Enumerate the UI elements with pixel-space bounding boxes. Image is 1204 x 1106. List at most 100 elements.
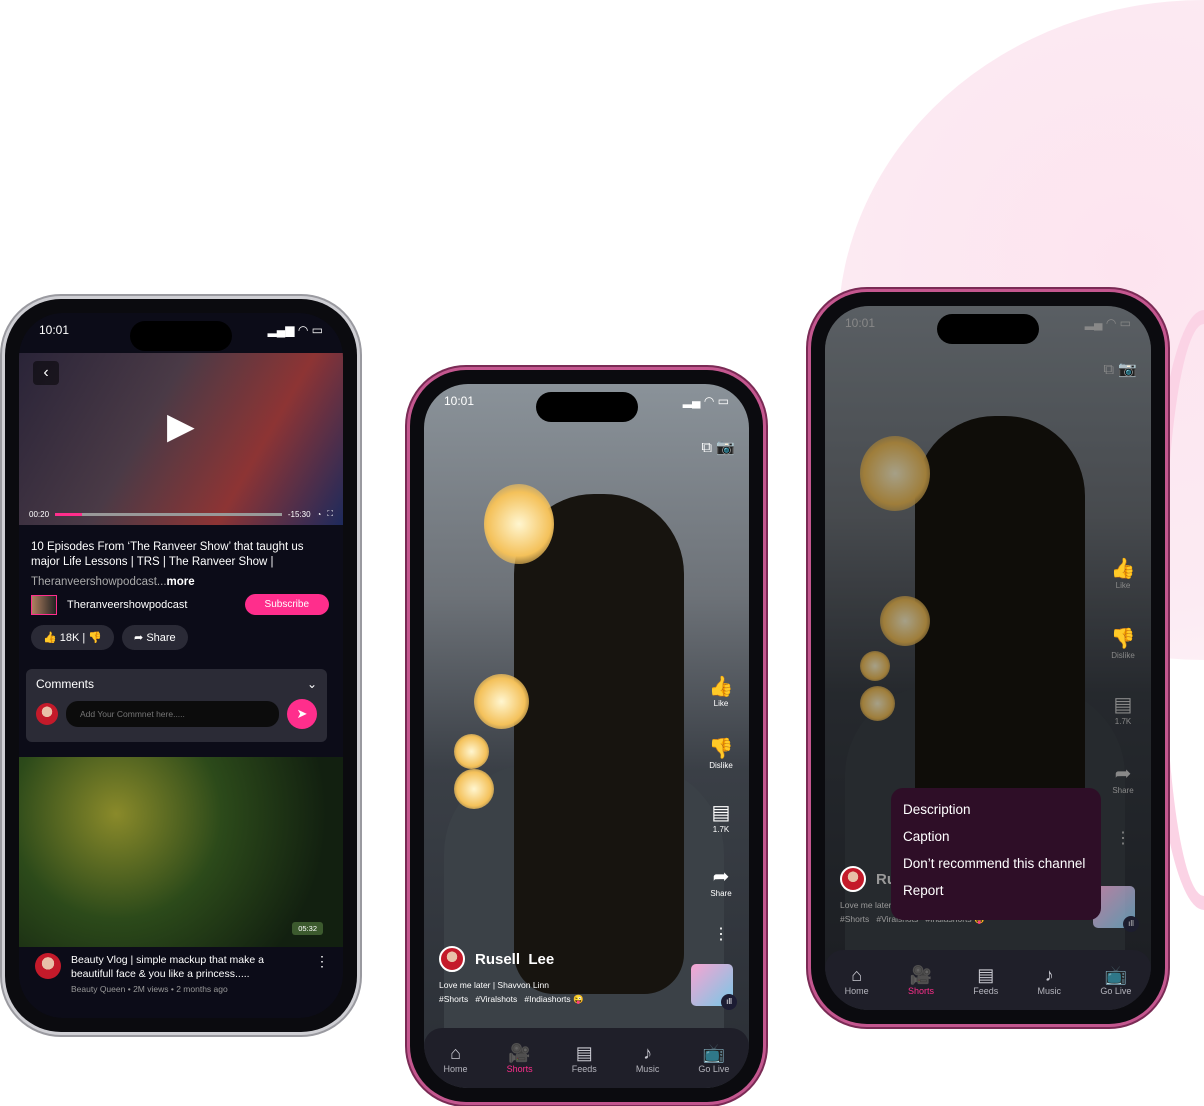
elapsed-time: 00:20 — [29, 509, 50, 519]
dislike-label: Dislike — [709, 761, 733, 770]
share-label: Share — [710, 889, 732, 898]
document-icon: ▤ — [977, 964, 995, 985]
nav-item-feeds[interactable]: ▤ Feeds — [973, 965, 998, 996]
back-button[interactable]: ‹ — [33, 361, 59, 385]
album-art[interactable]: ıll — [691, 964, 737, 1010]
dislike-button[interactable]: 👎 Dislike — [1107, 626, 1139, 660]
nav-item-go-live[interactable]: 📺 Go Live — [1100, 965, 1131, 996]
more-options-icon[interactable]: ⋮ — [315, 953, 329, 994]
more-options-icon[interactable]: ⋮ — [1107, 828, 1139, 848]
share-label: Share — [146, 632, 176, 644]
signal-wifi-battery-icon: ▂▄▆ ◠ ▭ — [267, 323, 323, 337]
speed-icon[interactable]: ◔ — [317, 510, 322, 519]
nav-label: Go Live — [1100, 985, 1132, 996]
menu-item-caption[interactable]: Caption — [903, 823, 1089, 850]
like-button[interactable]: 👍 Like — [705, 674, 737, 708]
more-options-icon[interactable]: ⋮ — [705, 924, 737, 944]
nav-label: Go Live — [698, 1063, 730, 1074]
chevron-down-icon[interactable]: ⌄ — [307, 677, 317, 691]
thumbs-down-icon: 👎 — [1110, 628, 1136, 650]
nav-item-music[interactable]: ♪ Music — [1038, 965, 1062, 996]
dynamic-island — [937, 314, 1039, 344]
nav-label: Feeds — [973, 985, 999, 996]
signal-wifi-battery-icon: ▂▄ ◠ ▭ — [1084, 316, 1131, 330]
comments-panel: Comments ⌄ ➤ — [26, 669, 327, 742]
thumbs-up-icon: 👍 — [708, 676, 734, 698]
comment-count: 1.7K — [1114, 717, 1132, 726]
video-channel: Beauty Queen — [71, 984, 126, 994]
like-dislike-button[interactable]: 👍 18K | 👎 — [31, 625, 115, 650]
nav-label: Home — [844, 985, 869, 996]
nav-item-feeds[interactable]: ▤ Feeds — [572, 1043, 597, 1074]
menu-item-dont-recommend[interactable]: Don’t recommend this channel — [903, 850, 1089, 877]
music-note-icon: ♪ — [643, 1042, 653, 1063]
like-label: Like — [1115, 581, 1131, 590]
thumbs-up-icon: 👍 — [1110, 558, 1136, 580]
nav-label: Music — [1037, 985, 1062, 996]
video-views: 2M views — [133, 984, 169, 994]
nav-item-go-live[interactable]: 📺 Go Live — [698, 1043, 729, 1074]
subscribe-button[interactable]: Subscribe — [244, 594, 329, 615]
creator-avatar[interactable] — [840, 866, 866, 892]
duration-badge: 05:32 — [292, 922, 323, 935]
phone-video: 10:01 ▂▄▆ ◠ ▭ ‹ ▶ 00:20 -15:30 ◔ ⛶ 10 Epis… — [5, 299, 357, 1032]
video-age: 2 months ago — [176, 984, 228, 994]
menu-item-report[interactable]: Report — [903, 877, 1089, 904]
music-note-icon: ♪ — [1044, 964, 1054, 985]
comments-button[interactable]: ▤ 1.7K — [1107, 692, 1139, 726]
video-player[interactable]: ‹ ▶ 00:20 -15:30 ◔ ⛶ — [19, 353, 343, 525]
like-button[interactable]: 👍 Like — [1107, 556, 1139, 590]
send-button[interactable]: ➤ — [287, 699, 317, 729]
dislike-icon[interactable]: 👎 — [88, 632, 102, 644]
nav-item-shorts[interactable]: 🎥 Shorts — [507, 1043, 533, 1074]
nav-label: Feeds — [571, 1063, 597, 1074]
channel-name[interactable]: Theranveershowpodcast — [67, 599, 245, 611]
creator-avatar[interactable] — [35, 953, 61, 979]
share-button[interactable]: ➦ Share — [122, 625, 188, 650]
channel-avatar[interactable] — [31, 594, 57, 615]
status-time: 10:01 — [39, 323, 70, 337]
camera-icon[interactable]: 📷 — [716, 439, 735, 456]
nav-item-home[interactable]: ⌂ Home — [845, 965, 869, 996]
comment-icon: ▤ — [1113, 694, 1133, 716]
equalizer-icon: ıll — [721, 994, 737, 1010]
camera-icon[interactable]: 📷 — [1118, 361, 1137, 378]
comments-label: Comments — [36, 677, 95, 691]
comments-button[interactable]: ▤ 1.7K — [705, 800, 737, 834]
phone-shorts: 10:01 ▂▄ ◠ ▭ ⧉ 📷 👍 Like 👎 Dislike ▤ 1.7K ➦ Sh… — [410, 370, 763, 1102]
dislike-button[interactable]: 👎 Dislike — [705, 736, 737, 770]
seek-bar[interactable] — [55, 512, 282, 516]
play-icon[interactable]: ▶ — [167, 405, 195, 447]
gallery-icon[interactable]: ⧉ — [1103, 361, 1114, 378]
nav-item-home[interactable]: ⌂ Home — [444, 1043, 468, 1074]
next-video-title[interactable]: Beauty Vlog | simple mackup that make a … — [71, 953, 305, 981]
menu-item-description[interactable]: Description — [903, 796, 1089, 823]
dislike-label: Dislike — [1111, 651, 1135, 660]
like-label: Like — [713, 699, 729, 708]
nav-label: Music — [635, 1063, 660, 1074]
status-time: 10:01 — [444, 394, 475, 408]
share-button[interactable]: ➦ Share — [1107, 761, 1139, 795]
home-icon: ⌂ — [851, 964, 863, 985]
fullscreen-icon[interactable]: ⛶ — [327, 509, 333, 519]
nav-item-music[interactable]: ♪ Music — [636, 1043, 660, 1074]
comment-input[interactable] — [66, 701, 279, 727]
song-info[interactable]: Love me later | Shavvon Linn — [439, 980, 584, 990]
video-camera-icon: 🎥 — [508, 1042, 531, 1063]
nav-label: Home — [443, 1063, 468, 1074]
share-icon: ➦ — [712, 866, 730, 888]
video-title: 10 Episodes From ‘The Ranveer Show’ that… — [31, 541, 304, 568]
share-button[interactable]: ➦ Share — [705, 864, 737, 898]
creator-name[interactable]: Rusell Lee — [475, 951, 554, 968]
status-time: 10:01 — [845, 316, 876, 330]
share-icon: ➦ — [134, 632, 144, 644]
gallery-icon[interactable]: ⧉ — [701, 439, 712, 456]
user-avatar — [36, 703, 58, 725]
nav-item-shorts[interactable]: 🎥 Shorts — [908, 965, 934, 996]
share-icon: ➦ — [1114, 763, 1132, 785]
next-video-thumbnail[interactable]: 05:32 — [19, 757, 343, 947]
hashtags[interactable]: #Shorts #Viralshots #Indiashorts 😜 — [439, 994, 584, 1005]
more-link[interactable]: more — [167, 576, 195, 588]
signal-wifi-battery-icon: ▂▄ ◠ ▭ — [682, 394, 729, 408]
creator-avatar[interactable] — [439, 946, 465, 972]
